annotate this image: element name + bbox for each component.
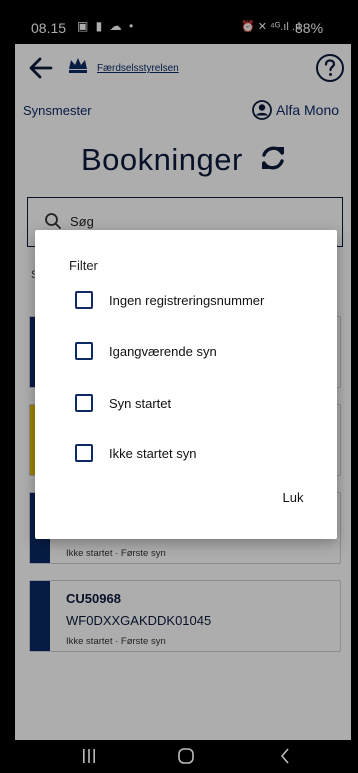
filter-option-not-started[interactable]: Ikke startet syn [75,442,196,464]
filter-option-label: Igangværende syn [109,343,217,359]
filter-dialog: Filter Ingen registreringsnummer Igangvæ… [35,230,337,539]
filter-option-label: Ikke startet syn [109,445,197,461]
checkbox[interactable] [75,291,93,309]
home-icon[interactable] [177,747,195,765]
recents-icon[interactable] [81,748,97,764]
phone-screen: 08.15 ▣ ▮ ☁ • ⏰ ✕ ⁴ᴳ.ıl .ıl 88% Færdsels… [15,0,351,773]
checkbox[interactable] [75,444,93,462]
system-nav-bar [15,740,351,773]
checkbox[interactable] [75,342,93,360]
checkbox[interactable] [75,394,93,412]
filter-option-label: Syn startet [109,395,172,411]
filter-option-in-progress[interactable]: Igangværende syn [75,340,217,362]
filter-option-label: Ingen registreringsnummer [109,292,265,308]
filter-option-started[interactable]: Syn startet [75,392,171,414]
back-nav-icon[interactable] [279,747,291,765]
filter-dialog-title: Filter [69,258,98,273]
filter-option-no-registration[interactable]: Ingen registreringsnummer [75,289,264,311]
close-button[interactable]: Luk [271,485,315,509]
